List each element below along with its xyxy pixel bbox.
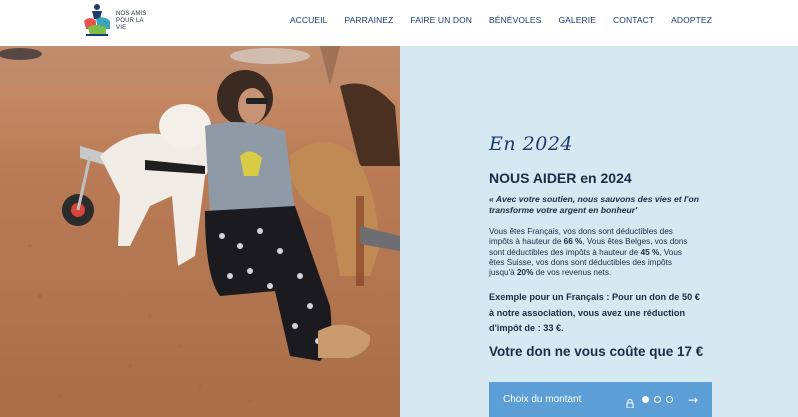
choose-amount-button[interactable]: Choix du montant → (489, 382, 712, 417)
step-dot-2 (653, 396, 661, 403)
nav-adoptez[interactable]: ADOPTEZ (671, 15, 712, 25)
tax-deduction-text: Vous êtes Français, vos dons sont déduct… (489, 227, 699, 278)
nav-benevoles[interactable]: BÉNÉVOLES (489, 15, 541, 25)
hero-photo (0, 46, 400, 417)
support-quote: « Avec votre soutien, nous sauvons des v… (489, 194, 699, 215)
tax-rate-switzerland: 20% (516, 268, 534, 278)
step-indicator (641, 396, 678, 403)
choose-amount-label: Choix du montant (503, 394, 582, 405)
main-nav: ACCUEIL PARRAINEZ FAIRE UN DON BÉNÉVOLES… (290, 0, 712, 40)
step-dot-3 (665, 396, 673, 403)
tax-rate-france: 66 % (563, 237, 583, 247)
logo-animals-icon (80, 3, 114, 39)
step-dot-1 (641, 396, 649, 403)
nav-faire-un-don[interactable]: FAIRE UN DON (410, 15, 472, 25)
year-heading: En 2024 (489, 133, 573, 155)
arrow-right-icon[interactable]: → (688, 393, 698, 407)
nav-contact[interactable]: CONTACT (613, 15, 654, 25)
lock-icon (626, 395, 634, 409)
panel-title: NOUS AIDER en 2024 (489, 170, 632, 186)
logo-text: NOS AMIS POUR LA VIE (116, 10, 147, 31)
donation-panel: En 2024 NOUS AIDER en 2024 « Avec votre … (400, 46, 798, 417)
site-header: NOS AMIS POUR LA VIE ACCUEIL PARRAINEZ F… (0, 0, 798, 46)
cost-statement: Votre don ne vous coûte que 17 € (489, 344, 704, 359)
example-text: Exemple pour un Français : Pour un don d… (489, 292, 700, 333)
tax-text-part: de vos revenus nets. (533, 268, 612, 278)
tax-rate-belgium: 45 % (640, 247, 660, 257)
nav-accueil[interactable]: ACCUEIL (290, 15, 328, 25)
site-logo[interactable]: NOS AMIS POUR LA VIE (80, 2, 150, 40)
nav-galerie[interactable]: GALERIE (558, 15, 596, 25)
nav-parrainez[interactable]: PARRAINEZ (344, 15, 393, 25)
